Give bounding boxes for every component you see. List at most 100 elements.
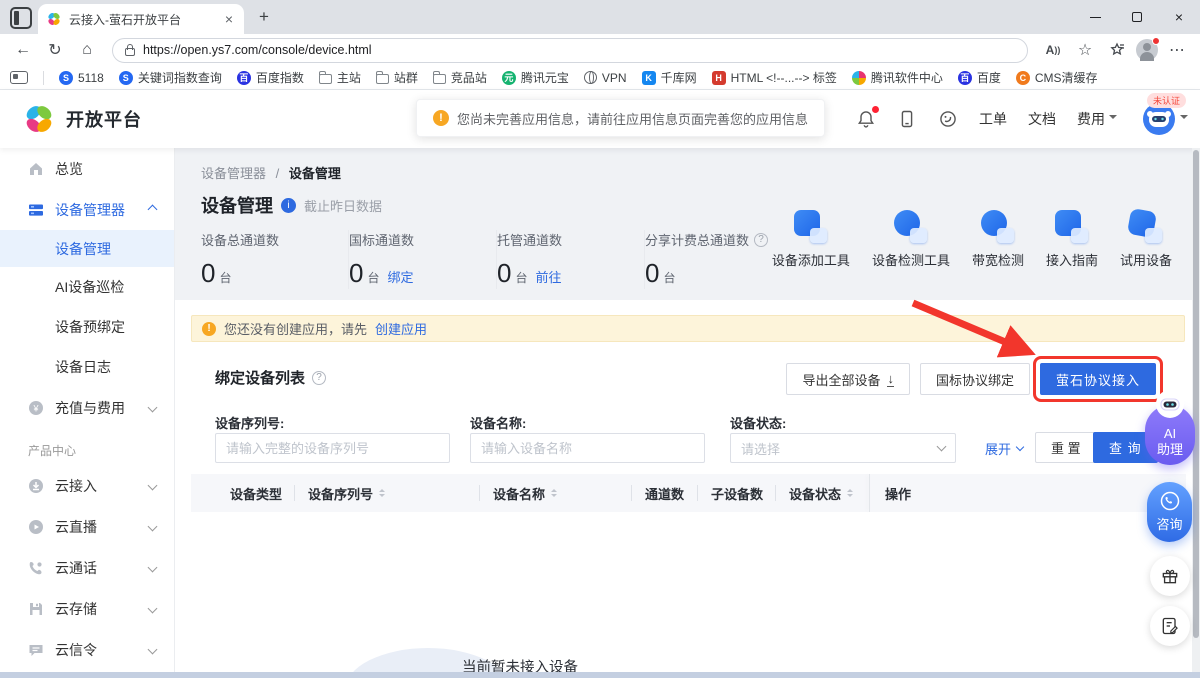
sidebar-item-overview[interactable]: 总览 [0,148,174,189]
browser-tab[interactable]: 云接入-萤石开放平台 × [38,4,244,34]
sidebar-item-cloud-access[interactable]: 云接入 [0,465,174,506]
bookmark-icon: S [59,71,73,85]
export-all-button[interactable]: 导出全部设备↓ [786,363,910,395]
help-icon[interactable]: ? [312,371,326,385]
name-input[interactable] [470,433,705,463]
sidebar-item-device-management[interactable]: 设备管理 [0,230,174,267]
bookmark-item[interactable]: 站群 [376,69,418,86]
chevron-down-icon [148,481,158,491]
sidebar-item-recharge[interactable]: ¥ 充值与费用 [0,387,174,428]
tool-bandwidth-check[interactable]: 带宽检测 [972,210,1024,269]
bookmark-item[interactable]: 竞品站 [433,69,487,86]
main-content: 设备管理器 / 设备管理 设备管理 i 截止昨日数据 设备总通道数 0台 国标通… [175,148,1200,678]
nav-fees[interactable]: 费用 [1077,109,1117,129]
bookmark-item[interactable]: 主站 [319,69,361,86]
tool-trial-device[interactable]: 试用设备 [1120,210,1172,269]
gift-button[interactable] [1150,556,1190,596]
sort-icon[interactable] [847,489,853,497]
sidebar-item-cloud-live[interactable]: 云直播 [0,506,174,547]
collections-icon[interactable] [1104,37,1130,63]
more-menu-icon[interactable]: ⋯ [1164,37,1190,63]
create-app-link[interactable]: 创建应用 [375,319,427,338]
address-bar[interactable]: https://open.ys7.com/console/device.html [112,38,1028,63]
sidebar-item-ai-inspection[interactable]: AI设备巡检 [0,267,174,307]
back-icon[interactable]: ← [10,37,36,63]
service-icon[interactable] [938,109,958,129]
chevron-down-icon [148,403,158,413]
site-favicon-icon [46,11,62,27]
alert-text: 您还没有创建应用，请先 [224,319,367,338]
tool-device-check[interactable]: 设备检测工具 [872,210,950,269]
col-serial[interactable]: 设备序列号 [308,474,385,512]
new-tab-button[interactable]: + [250,3,278,31]
tab-close-icon[interactable]: × [222,11,236,27]
sidebar-item-cloud-call[interactable]: 云通话 [0,547,174,588]
sidebar-section-label: 产品中心 [0,428,174,465]
status-select[interactable]: 请选择 [730,433,956,463]
folder-icon [376,74,389,84]
sidebar-item-device-logs[interactable]: 设备日志 [0,347,174,387]
bottom-edge [0,672,1200,678]
bell-notification-dot [872,106,879,113]
feedback-button[interactable] [1150,606,1190,646]
bookmark-item[interactable]: S5118 [59,71,104,85]
read-aloud-icon[interactable]: A)) [1040,37,1066,63]
sort-icon[interactable] [551,489,557,497]
chevron-down-icon [148,522,158,532]
bookmark-item[interactable]: K千库网 [642,69,697,86]
sidebar-item-cloud-storage[interactable]: 云存储 [0,588,174,629]
bookmark-item[interactable]: 元腾讯元宝 [502,69,569,86]
reset-button[interactable]: 重 置 [1035,432,1097,463]
sidebar-item-cloud-signaling[interactable]: 云信令 [0,629,174,670]
close-button[interactable]: × [1158,0,1200,34]
breadcrumb-parent[interactable]: 设备管理器 [201,166,266,181]
home-icon[interactable]: ⌂ [74,37,100,63]
browser-window: 云接入-萤石开放平台 × + × ← ↻ ⌂ https://open.ys7.… [0,0,1200,678]
help-icon[interactable]: ? [754,233,768,247]
reading-list-icon[interactable] [10,71,28,84]
bookmark-item[interactable]: 百百度 [958,69,1001,86]
nav-docs[interactable]: 文档 [1028,109,1056,129]
trial-device-icon [1129,210,1162,243]
bell-icon[interactable] [856,109,876,129]
bind-link[interactable]: 绑定 [387,267,413,286]
bookmark-item[interactable]: HHTML <!--...--> 标签 [712,69,837,86]
tool-access-guide[interactable]: 接入指南 [1046,210,1098,269]
chevron-down-icon [1016,443,1024,451]
browser-profile-avatar[interactable] [1136,39,1158,61]
bookmark-item[interactable]: 腾讯软件中心 [852,69,943,86]
gb-protocol-button[interactable]: 国标协议绑定 [920,363,1030,395]
goto-link[interactable]: 前往 [535,267,561,286]
mobile-icon[interactable] [897,109,917,129]
bookmark-item[interactable]: 百百度指数 [237,69,304,86]
bookmark-item[interactable]: VPN [584,71,627,85]
tool-device-add[interactable]: 设备添加工具 [772,210,850,269]
chevron-down-icon [1180,115,1188,123]
expand-link[interactable]: 展开 [985,439,1023,458]
col-name[interactable]: 设备名称 [493,474,557,512]
favorite-star-icon[interactable]: ☆ [1072,37,1098,63]
col-status[interactable]: 设备状态 [789,474,853,512]
refresh-icon[interactable]: ↻ [42,37,68,63]
ai-assistant-button[interactable]: AI 助理 [1145,405,1195,465]
nav-work-order[interactable]: 工单 [979,109,1007,129]
ys-protocol-button[interactable]: 萤石协议接入 [1040,363,1156,395]
consult-button[interactable]: 咨询 [1147,482,1192,542]
bookmark-item[interactable]: S关键词指数查询 [119,69,222,86]
logo-icon [22,102,56,136]
bookmark-item[interactable]: CCMS清缓存 [1016,69,1098,86]
url-text[interactable]: https://open.ys7.com/console/device.html [143,43,372,57]
maximize-button[interactable] [1116,0,1158,34]
serial-input[interactable] [215,433,450,463]
sidebar-item-device-manager[interactable]: 设备管理器 [0,189,174,230]
scrollbar-thumb[interactable] [1193,150,1199,638]
svg-text:¥: ¥ [32,403,39,413]
sort-icon[interactable] [379,489,385,497]
sidebar-item-pre-binding[interactable]: 设备预绑定 [0,307,174,347]
user-avatar[interactable]: 未认证 [1142,102,1188,136]
bookmark-icon: K [642,71,656,85]
platform-logo[interactable]: 开放平台 [22,102,142,136]
chevron-down-icon [937,442,947,452]
minimize-button[interactable] [1074,0,1116,34]
tab-actions-icon[interactable] [10,7,32,29]
